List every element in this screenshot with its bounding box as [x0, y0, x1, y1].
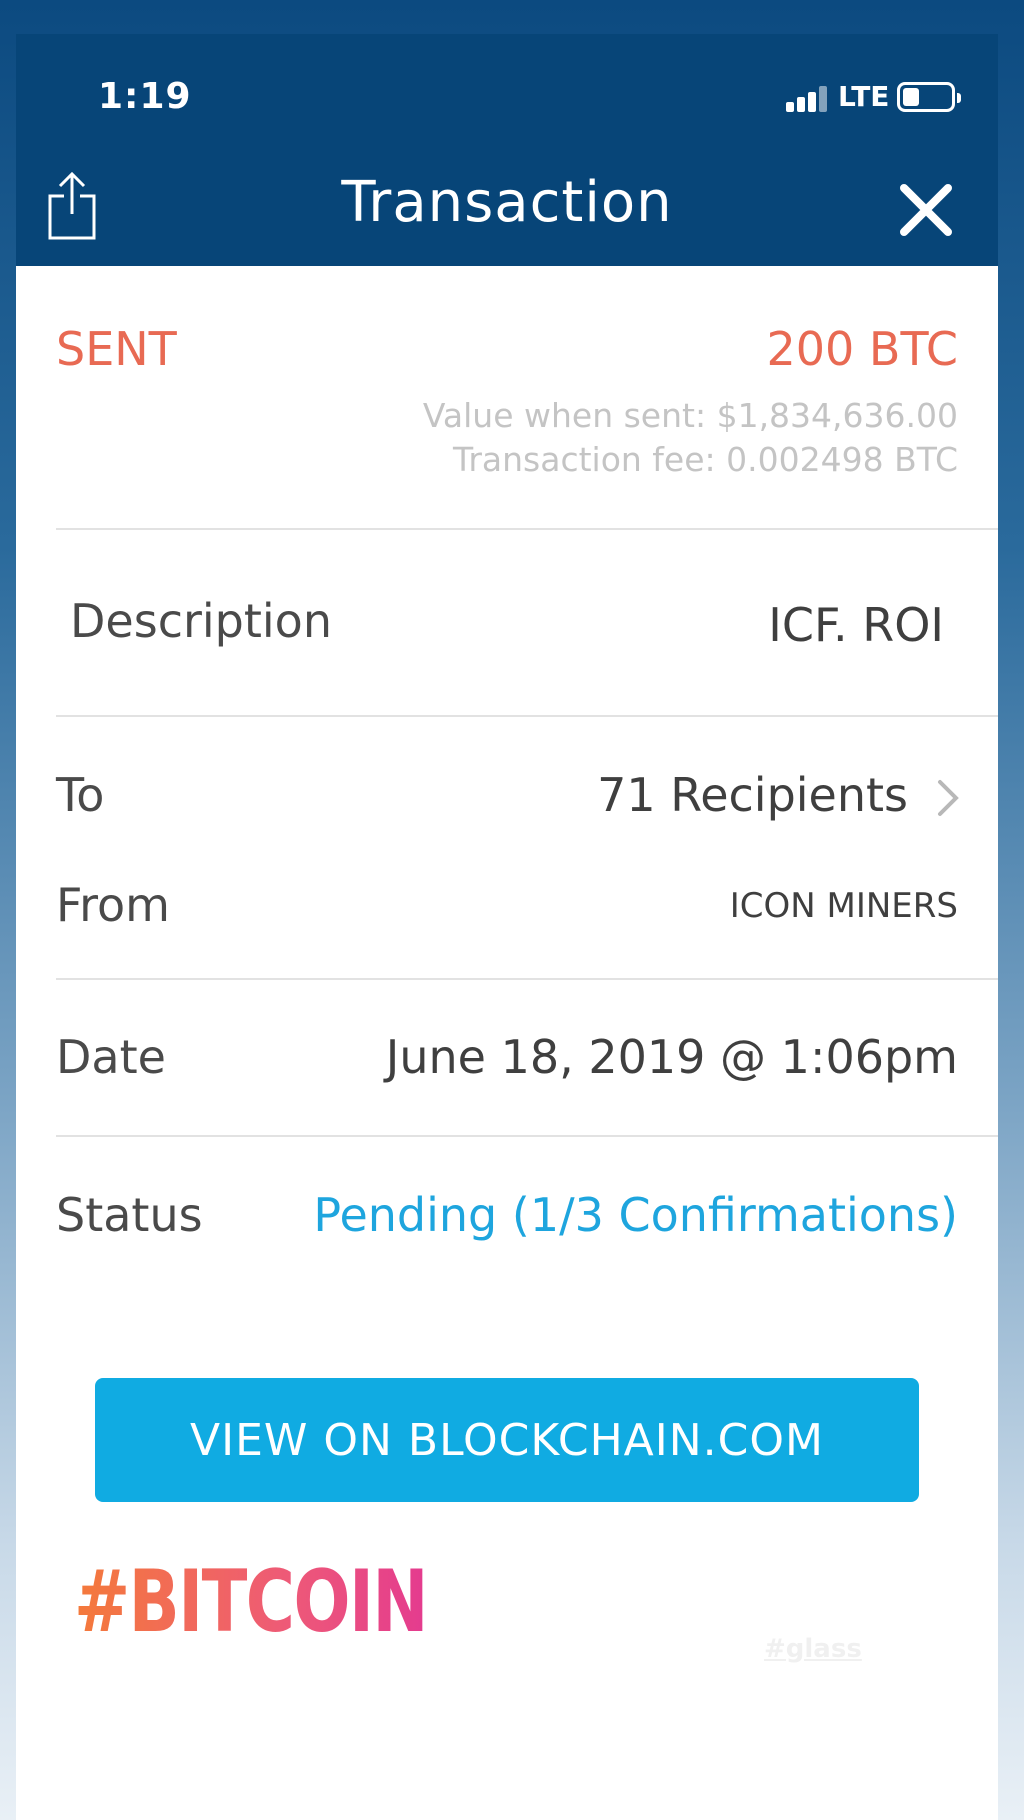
close-icon	[900, 184, 952, 236]
divider	[56, 715, 998, 717]
direction-label: SENT	[56, 322, 177, 376]
status-time: 1:19	[98, 76, 192, 117]
description-value[interactable]: ICF. ROI	[768, 598, 944, 652]
network-type: LTE	[838, 80, 890, 113]
date-label: Date	[56, 1030, 166, 1084]
transaction-fee: Transaction fee: 0.002498 BTC	[453, 440, 958, 479]
date-value: June 18, 2019 @ 1:06pm	[385, 1030, 958, 1084]
to-label: To	[56, 768, 105, 822]
divider	[56, 528, 998, 530]
close-button[interactable]	[898, 182, 954, 238]
from-value: ICON MINERS	[729, 886, 958, 926]
from-label: From	[56, 878, 170, 932]
transaction-amount: 200 BTC	[766, 322, 958, 376]
status-label: Status	[56, 1188, 203, 1242]
chevron-right-icon[interactable]	[936, 778, 960, 818]
battery-icon	[897, 82, 961, 112]
view-on-blockchain-button[interactable]: VIEW ON BLOCKCHAIN.COM	[95, 1378, 919, 1502]
hashtag-sticker: #BITCOIN	[74, 1552, 428, 1652]
to-value: 71 Recipients	[597, 768, 908, 822]
divider	[56, 1135, 998, 1137]
value-when-sent: Value when sent: $1,834,636.00	[422, 396, 958, 435]
divider	[56, 978, 998, 980]
page-title: Transaction	[341, 170, 673, 235]
phone-screen: 1:19 LTE Transaction SENT 200 BTC Value …	[0, 0, 1024, 1820]
description-label: Description	[70, 594, 332, 648]
watermark: #glass	[764, 1634, 862, 1664]
signal-icon	[786, 84, 830, 112]
status-value: Pending (1/3 Confirmations)	[313, 1188, 958, 1242]
